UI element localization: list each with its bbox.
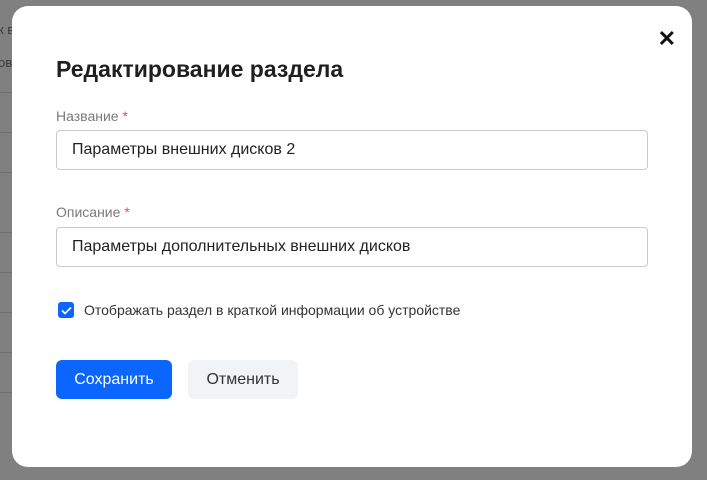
- save-button[interactable]: Сохранить: [56, 360, 172, 399]
- checkmark-icon: [60, 306, 72, 315]
- name-label-text: Название: [56, 108, 119, 124]
- description-label: Описание *: [56, 204, 130, 220]
- required-mark: *: [124, 204, 130, 220]
- name-input[interactable]: [56, 130, 648, 170]
- show-in-summary-checkbox[interactable]: [58, 302, 74, 318]
- background-text: ов: [0, 55, 13, 70]
- cancel-button[interactable]: Отменить: [188, 360, 298, 399]
- name-label: Название *: [56, 108, 128, 124]
- required-mark: *: [122, 108, 128, 124]
- dialog-title: Редактирование раздела: [56, 56, 344, 82]
- close-icon[interactable]: ✕: [658, 28, 676, 50]
- description-label-text: Описание: [56, 204, 121, 220]
- show-in-summary-label[interactable]: Отображать раздел в краткой информации о…: [84, 302, 460, 318]
- edit-section-dialog: ✕ Редактирование раздела Название * Опис…: [12, 6, 692, 467]
- description-input[interactable]: [56, 227, 648, 267]
